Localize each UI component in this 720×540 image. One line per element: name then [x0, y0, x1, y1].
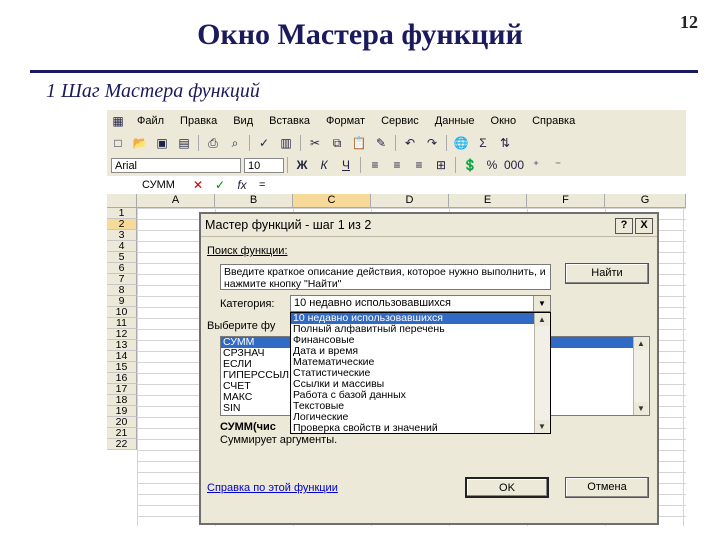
menu-edit[interactable]: Правка: [172, 115, 225, 127]
redo-icon[interactable]: ↷: [422, 134, 442, 152]
toolbar-separator: [300, 135, 301, 151]
save-icon[interactable]: ▣: [152, 134, 172, 152]
dropdown-scrollbar[interactable]: ▲ ▼: [534, 313, 550, 433]
menu-window[interactable]: Окно: [483, 115, 525, 127]
category-select[interactable]: 10 недавно использовавшихся ▼: [290, 295, 551, 312]
scroll-up-icon[interactable]: ▲: [634, 337, 648, 350]
currency-icon[interactable]: 💲: [460, 156, 480, 174]
font-size-select[interactable]: 10: [244, 157, 284, 173]
paste-icon[interactable]: 📋: [349, 134, 369, 152]
function-list-scrollbar[interactable]: ▲ ▼: [633, 337, 649, 415]
title-rule: [30, 70, 698, 73]
autosum-icon[interactable]: Σ: [473, 134, 493, 152]
preview-icon[interactable]: ⌕: [225, 134, 245, 152]
bold-icon[interactable]: Ж: [292, 156, 312, 174]
menu-bar: ▦ Файл Правка Вид Вставка Формат Сервис …: [107, 110, 686, 133]
thousands-icon[interactable]: 000: [504, 156, 524, 174]
enter-icon[interactable]: ✓: [210, 176, 230, 194]
function-wizard-dialog: Мастер функций - шаг 1 из 2 ? X Поиск фу…: [199, 212, 659, 525]
close-icon[interactable]: X: [635, 218, 653, 234]
cancel-button[interactable]: Отмена: [565, 477, 649, 498]
hyperlink-icon[interactable]: 🌐: [451, 134, 471, 152]
percent-icon[interactable]: %: [482, 156, 502, 174]
undo-icon[interactable]: ↶: [400, 134, 420, 152]
function-signature: СУММ(чис: [220, 421, 276, 433]
category-value: 10 недавно использовавшихся: [294, 297, 452, 309]
align-right-icon[interactable]: ≡: [409, 156, 429, 174]
category-dropdown-list: 10 недавно использовавшихся Полный алфав…: [290, 312, 551, 434]
align-center-icon[interactable]: ≡: [387, 156, 407, 174]
search-input[interactable]: Введите краткое описание действия, котор…: [220, 264, 551, 290]
slide-subtitle: 1 Шаг Мастера функций: [46, 80, 260, 102]
permission-icon[interactable]: ▤: [174, 134, 194, 152]
formatting-toolbar: Arial 10 Ж К Ч ≡ ≡ ≡ ⊞ 💲 % 000 ⁺ ⁻: [107, 154, 686, 177]
toolbar-separator: [198, 135, 199, 151]
slide-title: Окно Мастера функций: [197, 18, 523, 51]
new-icon[interactable]: □: [108, 134, 128, 152]
search-label: Поиск функции:: [207, 245, 288, 257]
function-description: Суммирует аргументы.: [220, 434, 338, 446]
toolbar-separator: [360, 157, 361, 173]
row-header[interactable]: 22: [107, 439, 137, 450]
excel-app-icon[interactable]: ▦: [108, 112, 128, 130]
align-left-icon[interactable]: ≡: [365, 156, 385, 174]
copy-icon[interactable]: ⧉: [327, 134, 347, 152]
decrease-decimal-icon[interactable]: ⁻: [548, 156, 568, 174]
menu-view[interactable]: Вид: [225, 115, 261, 127]
help-icon[interactable]: ?: [615, 218, 633, 234]
sort-asc-icon[interactable]: ⇅: [495, 134, 515, 152]
open-icon[interactable]: 📂: [130, 134, 150, 152]
page-number: 12: [680, 12, 698, 32]
column-header[interactable]: B: [215, 194, 293, 208]
insert-function-icon[interactable]: fx: [232, 176, 252, 194]
dropdown-option[interactable]: Проверка свойств и значений: [291, 423, 550, 434]
toolbar-separator: [446, 135, 447, 151]
menu-help[interactable]: Справка: [524, 115, 583, 127]
help-link[interactable]: Справка по этой функции: [207, 482, 338, 494]
find-button[interactable]: Найти: [565, 263, 649, 284]
print-icon[interactable]: ⎙: [203, 134, 223, 152]
category-label: Категория:: [220, 298, 275, 310]
toolbar-separator: [395, 135, 396, 151]
menu-format[interactable]: Формат: [318, 115, 373, 127]
cut-icon[interactable]: ✂: [305, 134, 325, 152]
column-header[interactable]: G: [605, 194, 686, 208]
chevron-down-icon[interactable]: ▼: [533, 296, 550, 311]
toolbar-separator: [455, 157, 456, 173]
scroll-up-icon[interactable]: ▲: [535, 313, 549, 326]
menu-insert[interactable]: Вставка: [261, 115, 318, 127]
standard-toolbar: □ 📂 ▣ ▤ ⎙ ⌕ ✓ ▥ ✂ ⧉ 📋 ✎ ↶ ↷ 🌐 Σ ⇅: [107, 132, 686, 155]
format-painter-icon[interactable]: ✎: [371, 134, 391, 152]
column-header[interactable]: E: [449, 194, 527, 208]
merge-center-icon[interactable]: ⊞: [431, 156, 451, 174]
toolbar-separator: [249, 135, 250, 151]
scroll-down-icon[interactable]: ▼: [535, 420, 549, 433]
increase-decimal-icon[interactable]: ⁺: [526, 156, 546, 174]
cancel-entry-icon[interactable]: ✕: [188, 176, 208, 194]
column-header[interactable]: A: [137, 194, 215, 208]
toolbar-separator: [287, 157, 288, 173]
formula-bar: СУММ ✕ ✓ fx =: [107, 176, 686, 195]
menu-file[interactable]: Файл: [129, 115, 172, 127]
scroll-down-icon[interactable]: ▼: [634, 402, 648, 415]
dialog-title: Мастер функций - шаг 1 из 2: [201, 214, 657, 237]
menu-data[interactable]: Данные: [427, 115, 483, 127]
choose-function-label: Выберите фу: [207, 320, 276, 332]
font-name-select[interactable]: Arial: [111, 157, 241, 173]
research-icon[interactable]: ▥: [276, 134, 296, 152]
name-box[interactable]: СУММ: [107, 179, 187, 191]
select-all-corner[interactable]: [107, 194, 137, 208]
column-header[interactable]: D: [371, 194, 449, 208]
underline-icon[interactable]: Ч: [336, 156, 356, 174]
italic-icon[interactable]: К: [314, 156, 334, 174]
formula-input[interactable]: =: [253, 179, 265, 191]
menu-tools[interactable]: Сервис: [373, 115, 427, 127]
column-header[interactable]: C: [293, 194, 371, 208]
ok-button[interactable]: OK: [465, 477, 549, 498]
spelling-icon[interactable]: ✓: [254, 134, 274, 152]
column-header[interactable]: F: [527, 194, 605, 208]
